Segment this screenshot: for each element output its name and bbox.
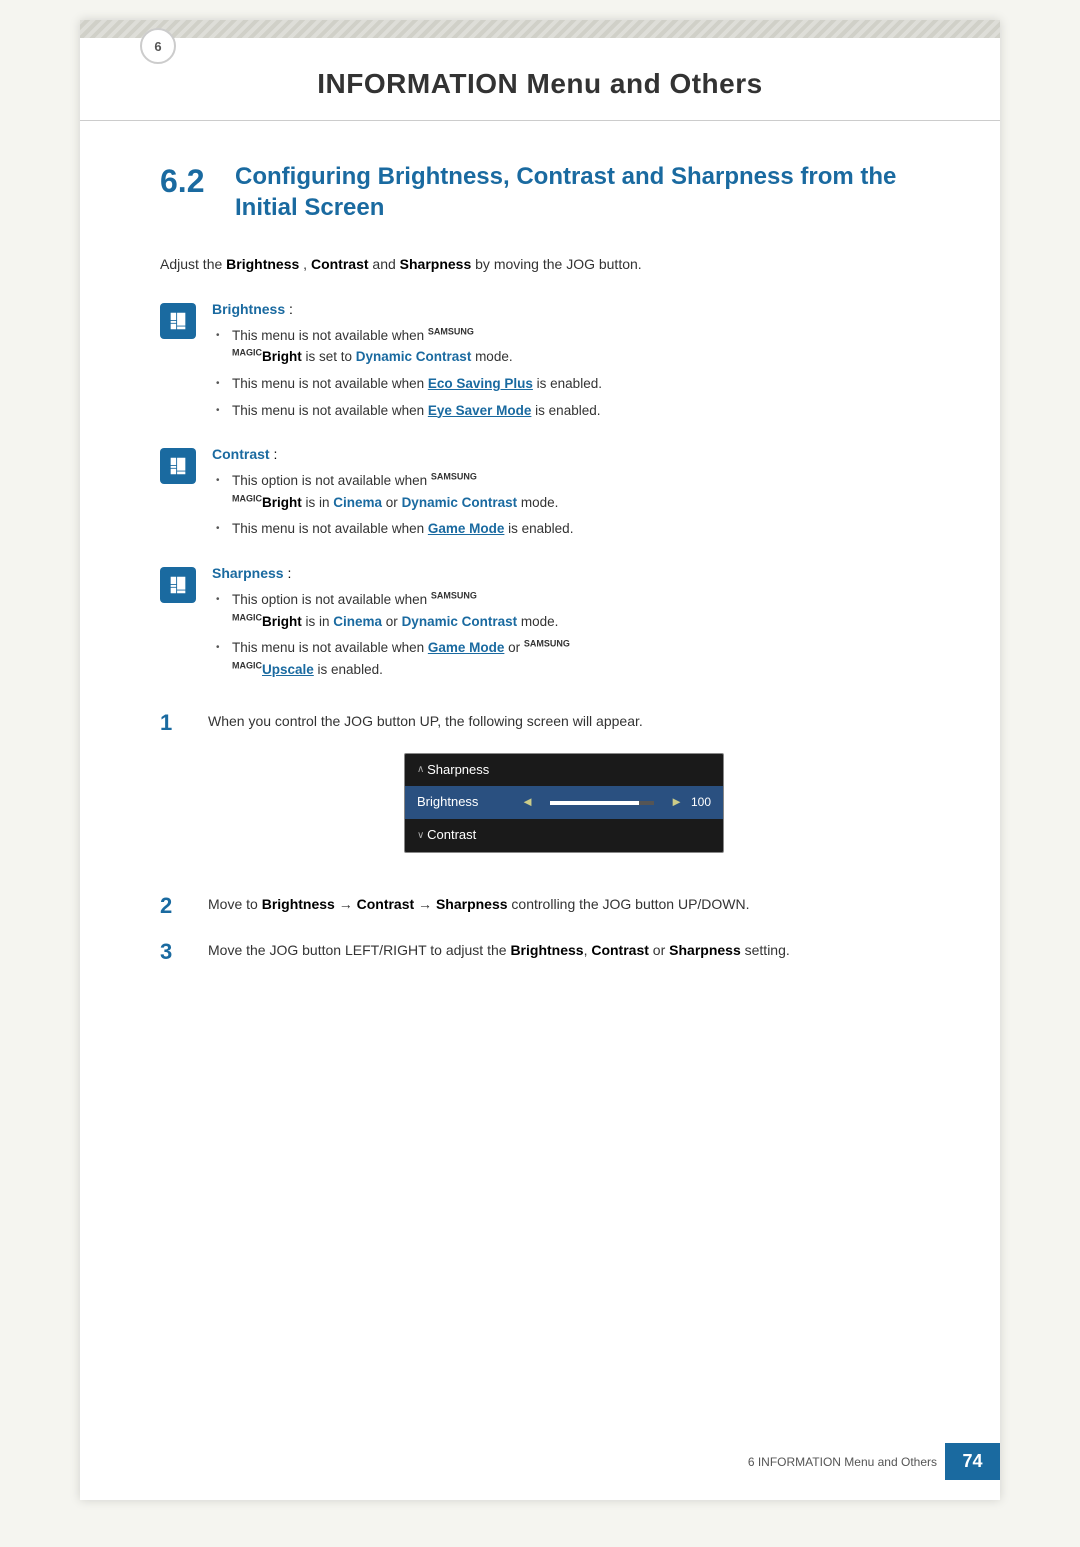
step-3-number: 3: [160, 939, 188, 965]
page-footer: 6 INFORMATION Menu and Others 74: [80, 1443, 1000, 1480]
footer-text: 6 INFORMATION Menu and Others: [748, 1455, 945, 1469]
contrast-block: Contrast : This option is not available …: [160, 446, 920, 545]
dynamic-contrast-1: Dynamic Contrast: [356, 349, 472, 364]
step-2-number: 2: [160, 893, 188, 919]
sharpness-bullet-2: This menu is not available when Game Mod…: [212, 637, 920, 680]
section-number: 6.2: [160, 161, 215, 200]
sharpness-colon: :: [287, 565, 291, 581]
bright-bold-3: Bright: [262, 614, 302, 629]
step2-sharpness: Sharpness: [436, 896, 508, 912]
content-area: 6.2 Configuring Brightness, Contrast and…: [80, 121, 1000, 1045]
sharpness-bullet-1: This option is not available when SAMSUN…: [212, 589, 920, 632]
upscale-link: Upscale: [262, 662, 314, 677]
sharpness-block: Sharpness : This option is not available…: [160, 565, 920, 685]
brightness-bullet-3: This menu is not available when Eye Save…: [212, 400, 920, 422]
step2-brightness: Brightness: [262, 896, 335, 912]
intro-contrast: Contrast: [311, 256, 369, 272]
brightness-colon: :: [289, 301, 293, 317]
contrast-icon: [160, 448, 196, 484]
osd-chevron-down: ∨: [417, 828, 427, 844]
step-2: 2 Move to Brightness → Contrast → Sharpn…: [160, 893, 920, 919]
cinema-1: Cinema: [333, 495, 382, 510]
intro-text-before: Adjust the: [160, 256, 226, 272]
sharpness-label-text: Sharpness: [212, 565, 284, 581]
step-1-text: When you control the JOG button UP, the …: [208, 713, 643, 729]
contrast-label: Contrast :: [212, 446, 920, 462]
eye-saver-mode: Eye Saver Mode: [428, 403, 532, 418]
contrast-bullet-2: This menu is not available when Game Mod…: [212, 518, 920, 540]
contrast-bullet-1: This option is not available when SAMSUN…: [212, 470, 920, 513]
game-mode-2: Game Mode: [428, 640, 505, 655]
step-2-content: Move to Brightness → Contrast → Sharpnes…: [208, 893, 920, 915]
step2-contrast: Contrast: [357, 896, 415, 912]
brightness-bullet-2: This menu is not available when Eco Savi…: [212, 373, 920, 395]
brightness-bullets: This menu is not available when SAMSUNGM…: [212, 325, 920, 421]
intro-sharpness: Sharpness: [400, 256, 472, 272]
brightness-content: Brightness : This menu is not available …: [212, 301, 920, 426]
chapter-circle: 6: [140, 28, 176, 64]
chapter-number: 6: [154, 39, 161, 54]
page: 6 INFORMATION Menu and Others 6.2 Config…: [80, 20, 1000, 1500]
brightness-label: Brightness :: [212, 301, 920, 317]
step-1: 1 When you control the JOG button UP, th…: [160, 710, 920, 873]
numbered-steps: 1 When you control the JOG button UP, th…: [160, 710, 920, 965]
osd-bar-fill: [550, 801, 639, 805]
game-mode-1: Game Mode: [428, 521, 505, 536]
step3-contrast: Contrast: [591, 942, 649, 958]
osd-brightness-value: 100: [683, 793, 711, 812]
step-3-content: Move the JOG button LEFT/RIGHT to adjust…: [208, 939, 920, 961]
sharpness-icon: [160, 567, 196, 603]
section-title: Configuring Brightness, Contrast and Sha…: [235, 161, 920, 223]
osd-contrast-label: Contrast: [427, 825, 711, 846]
brightness-label-text: Brightness: [212, 301, 285, 317]
dynamic-contrast-3: Dynamic Contrast: [402, 614, 518, 629]
eco-saving-plus: Eco Saving Plus: [428, 376, 533, 391]
section-heading: 6.2 Configuring Brightness, Contrast and…: [160, 161, 920, 223]
sharpness-svg: [167, 574, 189, 596]
contrast-bullets: This option is not available when SAMSUN…: [212, 470, 920, 540]
osd-chevron-up: ∧: [417, 762, 427, 778]
intro-comma1: ,: [303, 256, 311, 272]
brightness-block: Brightness : This menu is not available …: [160, 301, 920, 426]
osd-slider-bar: [550, 801, 654, 805]
contrast-colon: :: [273, 446, 277, 462]
brightness-bullet-1: This menu is not available when SAMSUNGM…: [212, 325, 920, 368]
osd-arrow-left: ◄: [521, 792, 534, 813]
osd-container: ∧ Sharpness Brightness ◄ ►: [404, 753, 724, 853]
brightness-icon: [160, 303, 196, 339]
footer-page-number: 74: [945, 1443, 1000, 1480]
osd-widget: ∧ Sharpness Brightness ◄ ►: [404, 753, 724, 853]
contrast-content: Contrast : This option is not available …: [212, 446, 920, 545]
osd-brightness-label: Brightness: [417, 792, 521, 813]
brightness-svg: [167, 310, 189, 332]
page-title: INFORMATION Menu and Others: [160, 68, 920, 100]
sharpness-label: Sharpness :: [212, 565, 920, 581]
intro-paragraph: Adjust the Brightness , Contrast and Sha…: [160, 253, 920, 275]
contrast-label-text: Contrast: [212, 446, 270, 462]
intro-brightness: Brightness: [226, 256, 299, 272]
intro-and: and: [372, 256, 399, 272]
sharpness-content: Sharpness : This option is not available…: [212, 565, 920, 685]
osd-row-contrast: ∨ Contrast: [405, 819, 723, 852]
osd-row-sharpness: ∧ Sharpness: [405, 754, 723, 787]
step3-sharpness: Sharpness: [669, 942, 741, 958]
bright-bold-2: Bright: [262, 495, 302, 510]
contrast-svg: [167, 455, 189, 477]
step-3: 3 Move the JOG button LEFT/RIGHT to adju…: [160, 939, 920, 965]
step-1-number: 1: [160, 710, 188, 736]
dynamic-contrast-2: Dynamic Contrast: [402, 495, 518, 510]
osd-sharpness-label: Sharpness: [427, 760, 711, 781]
top-stripe: 6: [80, 20, 1000, 38]
osd-arrow-right: ►: [670, 792, 683, 813]
step-1-content: When you control the JOG button UP, the …: [208, 710, 920, 873]
header-area: INFORMATION Menu and Others: [80, 38, 1000, 121]
bright-bold-1: Bright: [262, 349, 302, 364]
intro-text-after: by moving the JOG button.: [475, 256, 642, 272]
cinema-2: Cinema: [333, 614, 382, 629]
osd-row-brightness: Brightness ◄ ► 100: [405, 786, 723, 819]
sharpness-bullets: This option is not available when SAMSUN…: [212, 589, 920, 680]
step3-brightness: Brightness: [510, 942, 583, 958]
